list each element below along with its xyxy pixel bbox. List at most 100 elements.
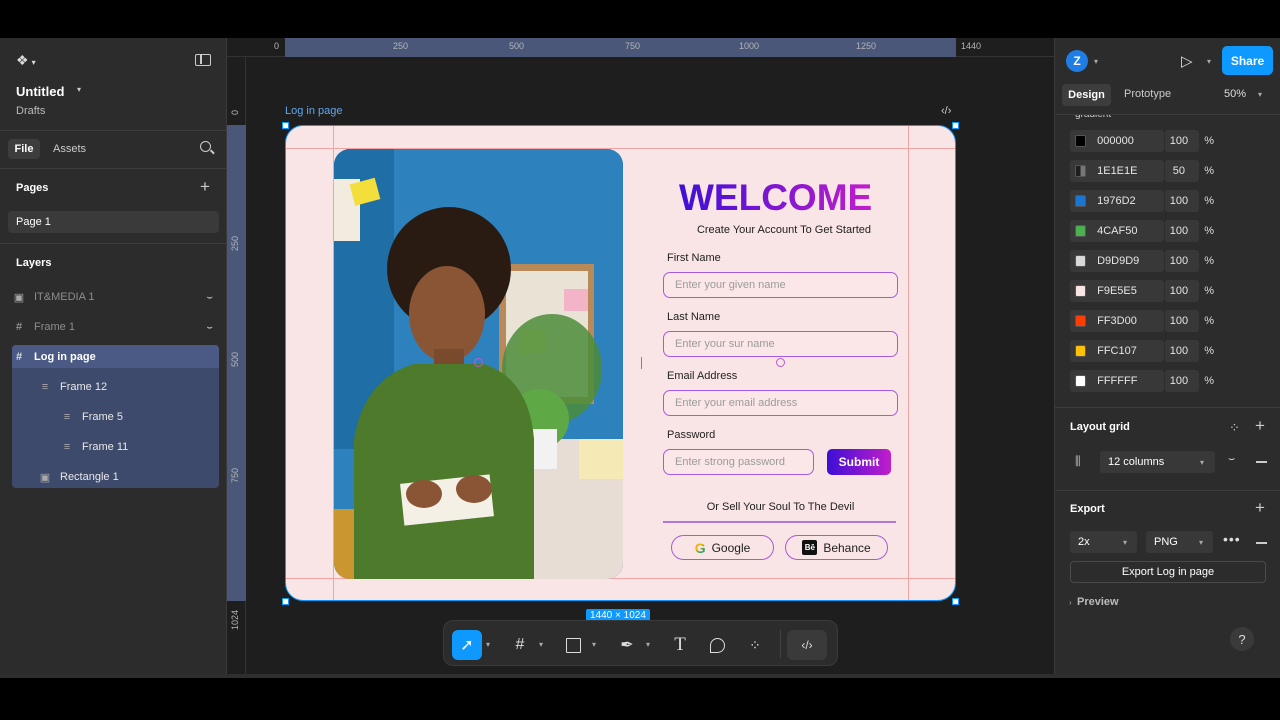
remove-export-icon[interactable]: [1256, 542, 1267, 544]
color-opacity-value[interactable]: 100: [1162, 255, 1197, 267]
avatar[interactable]: Z: [1066, 50, 1088, 72]
layer-log-in-page[interactable]: # Log in page: [12, 343, 219, 371]
file-title[interactable]: Untitled: [16, 84, 64, 99]
chevron-down-icon[interactable]: ▾: [539, 640, 543, 649]
color-hex-value[interactable]: F9E5E5: [1097, 285, 1153, 297]
resize-handle[interactable]: [952, 122, 959, 129]
comment-tool-icon[interactable]: [702, 630, 732, 660]
move-tool-icon[interactable]: ➚: [452, 630, 482, 660]
preview-toggle[interactable]: Preview: [1077, 596, 1119, 608]
add-grid-icon[interactable]: +: [1255, 416, 1265, 436]
chevron-down-icon[interactable]: ▾: [1123, 538, 1127, 547]
file-title-chevron-icon[interactable]: ▾: [77, 85, 81, 94]
chevron-down-icon[interactable]: ▾: [1258, 90, 1262, 99]
layer-frame-1[interactable]: # Frame 1 ⌣: [12, 313, 219, 341]
color-style-row[interactable]: 1E1E1E 50%: [1070, 160, 1214, 182]
spacing-handle[interactable]: [776, 358, 785, 367]
behance-button[interactable]: Bē Behance: [785, 535, 888, 560]
more-options-icon[interactable]: •••: [1223, 531, 1241, 547]
color-opacity-value[interactable]: 100: [1162, 285, 1197, 297]
resize-handle[interactable]: [282, 122, 289, 129]
hidden-eye-icon[interactable]: ⌣: [206, 292, 213, 303]
color-opacity-value[interactable]: 100: [1162, 315, 1197, 327]
color-hex-value[interactable]: 4CAF50: [1097, 225, 1153, 237]
login-frame[interactable]: WELCOME Create Your Account To Get Start…: [285, 125, 956, 601]
toggle-sidebar-icon[interactable]: [195, 54, 211, 66]
color-style-row[interactable]: FFFFFF 100%: [1070, 370, 1214, 392]
chevron-down-icon[interactable]: ▾: [1200, 458, 1204, 467]
color-opacity-value[interactable]: 100: [1162, 225, 1197, 237]
present-play-icon[interactable]: ▷: [1181, 52, 1193, 70]
remove-grid-icon[interactable]: [1256, 461, 1267, 463]
search-icon[interactable]: [200, 141, 215, 155]
color-style-row[interactable]: D9D9D9 100%: [1070, 250, 1214, 272]
color-style-row[interactable]: 000000 100%: [1070, 130, 1214, 152]
page-item-page-1[interactable]: Page 1: [8, 211, 219, 233]
color-swatch-chip[interactable]: [1075, 375, 1087, 387]
color-opacity-value[interactable]: 100: [1162, 345, 1197, 357]
color-hex-value[interactable]: FF3D00: [1097, 315, 1153, 327]
color-hex-value[interactable]: FFFFFF: [1097, 375, 1153, 387]
chevron-down-icon[interactable]: ▾: [646, 640, 650, 649]
email-input[interactable]: Enter your email address: [663, 390, 898, 416]
tab-prototype[interactable]: Prototype: [1124, 88, 1171, 100]
color-swatch-chip[interactable]: [1075, 195, 1087, 207]
first-name-input[interactable]: Enter your given name: [663, 272, 898, 298]
actions-icon[interactable]: ⁘: [740, 630, 770, 660]
chevron-down-icon[interactable]: ▾: [1094, 57, 1098, 66]
color-style-row[interactable]: FF3D00 100%: [1070, 310, 1214, 332]
column-grid-icon[interactable]: ⫼: [1075, 454, 1081, 469]
tab-assets[interactable]: Assets: [53, 143, 86, 155]
text-tool-icon[interactable]: T: [665, 630, 695, 660]
color-swatch-chip[interactable]: [1075, 165, 1087, 177]
visibility-icon[interactable]: ⌣: [1228, 453, 1235, 466]
color-hex-value[interactable]: 1976D2: [1097, 195, 1153, 207]
layout-grid-select[interactable]: 12 columns: [1100, 451, 1215, 473]
layer-frame-12[interactable]: ≡ Frame 12: [12, 373, 219, 401]
color-swatch-chip[interactable]: [1075, 255, 1087, 267]
dev-mode-code-icon[interactable]: ‹/›: [941, 105, 951, 117]
resize-handle[interactable]: [282, 598, 289, 605]
grid-styles-icon[interactable]: ⁘: [1229, 420, 1240, 436]
color-opacity-value[interactable]: 100: [1162, 195, 1197, 207]
google-button[interactable]: G Google: [671, 535, 774, 560]
color-style-row[interactable]: FFC107 100%: [1070, 340, 1214, 362]
pen-tool-icon[interactable]: ✒: [612, 630, 642, 660]
color-opacity-value[interactable]: 100: [1162, 375, 1197, 387]
color-opacity-value[interactable]: 50: [1162, 165, 1197, 177]
last-name-input[interactable]: Enter your sur name: [663, 331, 898, 357]
layer-it-media[interactable]: ▣ IT&MEDIA 1 ⌣: [12, 283, 219, 311]
color-swatch-chip[interactable]: [1075, 135, 1087, 147]
rectangle-tool-icon[interactable]: [558, 630, 588, 660]
color-swatch-chip[interactable]: [1075, 315, 1087, 327]
dev-mode-icon[interactable]: ‹/›: [787, 630, 827, 660]
frame-tool-icon[interactable]: #: [505, 630, 535, 660]
submit-button[interactable]: Submit: [827, 449, 891, 475]
resize-handle[interactable]: [952, 598, 959, 605]
color-hex-value[interactable]: 000000: [1097, 135, 1153, 147]
zoom-level[interactable]: 50%: [1224, 88, 1246, 100]
help-button[interactable]: ?: [1230, 627, 1254, 651]
tab-design[interactable]: Design: [1062, 84, 1111, 106]
export-button[interactable]: Export Log in page: [1070, 561, 1266, 583]
layer-rectangle-1[interactable]: ▣ Rectangle 1: [12, 463, 219, 491]
chevron-right-icon[interactable]: ›: [1069, 598, 1072, 607]
chevron-down-icon[interactable]: ▾: [486, 640, 490, 649]
frame-name-label[interactable]: Log in page: [285, 105, 343, 117]
color-style-row[interactable]: F9E5E5 100%: [1070, 280, 1214, 302]
chevron-down-icon[interactable]: ▾: [1207, 57, 1211, 66]
chevron-down-icon[interactable]: ▾: [1199, 538, 1203, 547]
add-page-icon[interactable]: +: [200, 177, 210, 197]
layer-frame-11[interactable]: ≡ Frame 11: [12, 433, 219, 461]
canvas[interactable]: 0 250 500 750 1000 1250 1440 0 250 500 7…: [227, 38, 1054, 678]
chevron-down-icon[interactable]: ▾: [592, 640, 596, 649]
spacing-handle[interactable]: [474, 358, 483, 367]
color-hex-value[interactable]: 1E1E1E: [1097, 165, 1153, 177]
color-swatch-chip[interactable]: [1075, 345, 1087, 357]
color-hex-value[interactable]: D9D9D9: [1097, 255, 1153, 267]
tab-file[interactable]: File: [8, 139, 40, 159]
figma-menu-icon[interactable]: ❖ ▾: [16, 52, 36, 69]
layer-frame-5[interactable]: ≡ Frame 5: [12, 403, 219, 431]
color-swatch-chip[interactable]: [1075, 285, 1087, 297]
color-hex-value[interactable]: FFC107: [1097, 345, 1153, 357]
